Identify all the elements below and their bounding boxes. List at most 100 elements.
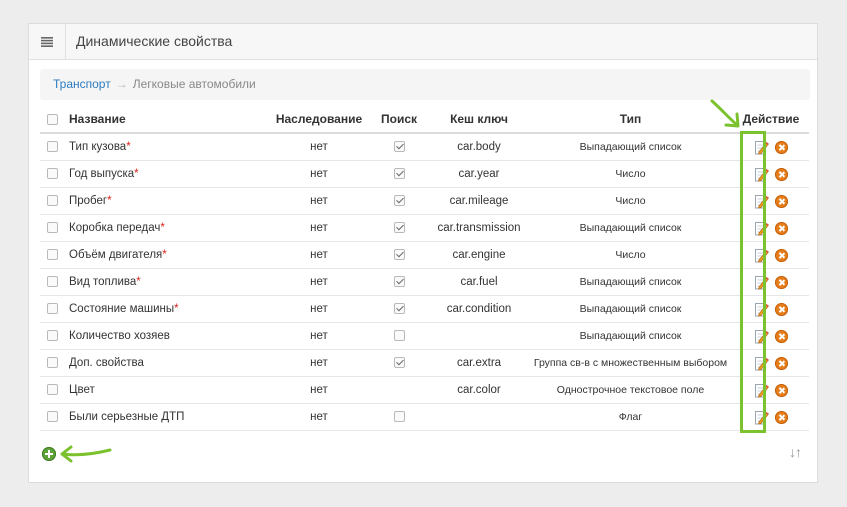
search-cell bbox=[368, 403, 430, 431]
table-row[interactable]: Объём двигателя* нет car.engine Число bbox=[40, 241, 809, 269]
edit-icon[interactable] bbox=[754, 275, 769, 290]
cache-key bbox=[430, 403, 528, 431]
delete-icon[interactable] bbox=[774, 275, 788, 289]
search-checkbox[interactable] bbox=[393, 330, 405, 342]
table-row[interactable]: Вид топлива* нет car.fuel Выпадающий список bbox=[40, 268, 809, 296]
table-row[interactable]: Пробег* нет car.mileage Число bbox=[40, 187, 809, 215]
delete-icon[interactable] bbox=[774, 410, 788, 424]
property-name: Количество хозяев bbox=[64, 322, 270, 350]
property-type: Выпадающий список bbox=[528, 214, 733, 242]
cache-key: car.condition bbox=[430, 295, 528, 323]
delete-icon[interactable] bbox=[774, 167, 788, 181]
search-checkbox[interactable] bbox=[393, 168, 405, 180]
action-cell bbox=[733, 187, 809, 215]
properties-table: Название Наследование Поиск Кеш ключ Тип… bbox=[40, 106, 809, 431]
search-checkbox[interactable] bbox=[393, 195, 405, 207]
search-checkbox[interactable] bbox=[393, 249, 405, 261]
table-row[interactable]: Состояние машины* нет car.condition Выпадаю… bbox=[40, 295, 809, 323]
edit-icon[interactable] bbox=[754, 329, 769, 344]
search-checkbox[interactable] bbox=[393, 357, 405, 369]
search-checkbox[interactable] bbox=[393, 303, 405, 315]
inherit-value: нет bbox=[270, 214, 368, 242]
property-name-text: Коробка передач bbox=[69, 222, 161, 234]
cache-key: car.year bbox=[430, 160, 528, 188]
search-cell bbox=[368, 160, 430, 188]
breadcrumb-link-parent[interactable]: Транспорт bbox=[53, 77, 111, 91]
edit-icon[interactable] bbox=[754, 167, 769, 182]
search-checkbox[interactable] bbox=[393, 141, 405, 153]
breadcrumb: Транспорт → Легковые автомобили bbox=[40, 69, 810, 100]
table-row[interactable]: Количество хозяев нет Выпадающий список bbox=[40, 322, 809, 350]
table-row[interactable]: Тип кузова* нет car.body Выпадающий список bbox=[40, 133, 809, 161]
inherit-value: нет bbox=[270, 295, 368, 323]
delete-icon[interactable] bbox=[774, 248, 788, 262]
row-select-cell bbox=[40, 349, 64, 377]
action-cell bbox=[733, 403, 809, 431]
property-name: Вид топлива* bbox=[64, 268, 270, 296]
delete-icon[interactable] bbox=[774, 221, 788, 235]
edit-icon[interactable] bbox=[754, 140, 769, 155]
table-row[interactable]: Коробка передач* нет car.transmission Выпад… bbox=[40, 214, 809, 242]
edit-icon[interactable] bbox=[754, 221, 769, 236]
edit-icon[interactable] bbox=[754, 194, 769, 209]
delete-icon[interactable] bbox=[774, 383, 788, 397]
inherit-value: нет bbox=[270, 349, 368, 377]
delete-icon[interactable] bbox=[774, 140, 788, 154]
row-checkbox[interactable] bbox=[46, 303, 58, 315]
delete-icon[interactable] bbox=[774, 329, 788, 343]
property-name-text: Количество хозяев bbox=[69, 330, 170, 342]
table-row[interactable]: Цвет нет car.color Однострочное текстовое п… bbox=[40, 376, 809, 404]
property-name: Пробег* bbox=[64, 187, 270, 215]
row-checkbox[interactable] bbox=[46, 222, 58, 234]
property-name: Год выпуска* bbox=[64, 160, 270, 188]
sort-icon[interactable]: ↓↑ bbox=[789, 444, 802, 460]
row-checkbox[interactable] bbox=[46, 330, 58, 342]
inherit-value: нет bbox=[270, 322, 368, 350]
required-marker: * bbox=[160, 222, 165, 234]
inherit-value: нет bbox=[270, 376, 368, 404]
delete-icon[interactable] bbox=[774, 356, 788, 370]
row-select-cell bbox=[40, 322, 64, 350]
breadcrumb-separator: → bbox=[115, 77, 128, 91]
column-header-inherit[interactable]: Наследование bbox=[270, 106, 368, 134]
search-cell bbox=[368, 268, 430, 296]
row-checkbox[interactable] bbox=[46, 357, 58, 369]
property-name: Коробка передач* bbox=[64, 214, 270, 242]
property-name: Цвет bbox=[64, 376, 270, 404]
search-cell bbox=[368, 349, 430, 377]
search-checkbox[interactable] bbox=[393, 411, 405, 423]
row-checkbox[interactable] bbox=[46, 411, 58, 423]
column-header-search[interactable]: Поиск bbox=[368, 106, 430, 134]
row-checkbox[interactable] bbox=[46, 168, 58, 180]
row-checkbox[interactable] bbox=[46, 249, 58, 261]
property-name-text: Объём двигателя bbox=[69, 249, 163, 261]
row-checkbox[interactable] bbox=[46, 141, 58, 153]
required-marker: * bbox=[134, 168, 139, 180]
cache-key: car.mileage bbox=[430, 187, 528, 215]
cache-key: car.extra bbox=[430, 349, 528, 377]
property-type: Флаг bbox=[528, 403, 733, 431]
search-checkbox[interactable] bbox=[393, 222, 405, 234]
edit-icon[interactable] bbox=[754, 356, 769, 371]
add-property-button[interactable] bbox=[42, 447, 56, 461]
column-header-name[interactable]: Название bbox=[64, 106, 270, 134]
hamburger-icon[interactable] bbox=[29, 24, 66, 59]
column-header-cache-key[interactable]: Кеш ключ bbox=[430, 106, 528, 134]
search-checkbox[interactable] bbox=[393, 276, 405, 288]
edit-icon[interactable] bbox=[754, 248, 769, 263]
action-cell bbox=[733, 160, 809, 188]
select-all-checkbox[interactable] bbox=[46, 114, 58, 126]
table-row[interactable]: Доп. свойства нет car.extra Группа св-в с м… bbox=[40, 349, 809, 377]
edit-icon[interactable] bbox=[754, 410, 769, 425]
required-marker: * bbox=[174, 303, 179, 315]
delete-icon[interactable] bbox=[774, 302, 788, 316]
edit-icon[interactable] bbox=[754, 383, 769, 398]
row-checkbox[interactable] bbox=[46, 276, 58, 288]
table-row[interactable]: Были серьезные ДТП нет Флаг bbox=[40, 403, 809, 431]
row-checkbox[interactable] bbox=[46, 195, 58, 207]
row-checkbox[interactable] bbox=[46, 384, 58, 396]
table-row[interactable]: Год выпуска* нет car.year Число bbox=[40, 160, 809, 188]
delete-icon[interactable] bbox=[774, 194, 788, 208]
column-header-type[interactable]: Тип bbox=[528, 106, 733, 134]
edit-icon[interactable] bbox=[754, 302, 769, 317]
